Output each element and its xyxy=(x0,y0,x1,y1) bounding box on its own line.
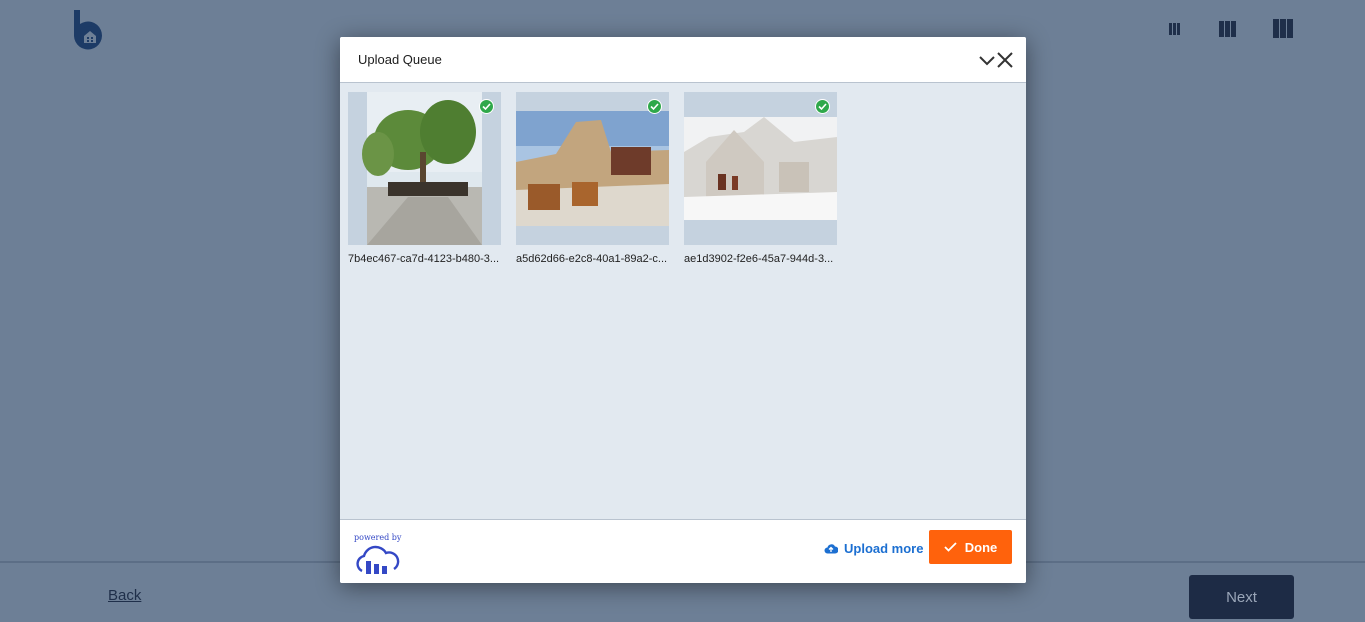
check-icon xyxy=(479,99,494,114)
next-button[interactable]: Next xyxy=(1189,575,1294,619)
done-label: Done xyxy=(964,539,998,555)
brand-logo-icon[interactable] xyxy=(72,8,108,52)
file-thumbnail[interactable] xyxy=(348,92,501,245)
file-tile[interactable]: ae1d3902-f2e6-45a7-944d-3... xyxy=(684,92,837,265)
chevron-down-icon[interactable] xyxy=(977,50,997,70)
file-tile[interactable]: 7b4ec467-ca7d-4123-b480-3... xyxy=(348,92,501,265)
thumbnail-image xyxy=(362,92,482,245)
view-large-icon[interactable] xyxy=(1273,19,1293,38)
modal-header: Upload Queue xyxy=(340,37,1026,83)
file-tile[interactable]: a5d62d66-e2c8-40a1-89a2-c... xyxy=(516,92,669,265)
done-button[interactable]: Done xyxy=(929,530,1012,564)
thumbnail-image xyxy=(684,117,837,220)
file-thumbnail[interactable] xyxy=(516,92,669,245)
upload-more-button[interactable]: Upload more xyxy=(824,541,923,556)
checkmark-icon xyxy=(944,542,957,552)
modal-title: Upload Queue xyxy=(358,52,442,67)
back-link[interactable]: Back xyxy=(108,587,141,604)
upload-queue-modal: Upload Queue 7b4ec467-ca7d-4123-b480-3..… xyxy=(340,37,1026,583)
file-name: 7b4ec467-ca7d-4123-b480-3... xyxy=(348,253,500,265)
view-toggle-group xyxy=(1166,19,1296,41)
close-icon[interactable] xyxy=(995,50,1015,70)
upload-more-label: Upload more xyxy=(844,541,924,556)
cloud-upload-icon xyxy=(824,544,838,554)
cloudinary-logo-icon xyxy=(356,545,400,574)
file-name: ae1d3902-f2e6-45a7-944d-3... xyxy=(684,253,834,265)
view-medium-icon[interactable] xyxy=(1219,21,1236,37)
thumbnail-image xyxy=(516,111,669,226)
check-icon xyxy=(815,99,830,114)
file-name: a5d62d66-e2c8-40a1-89a2-c... xyxy=(516,253,668,265)
view-small-icon[interactable] xyxy=(1169,23,1180,35)
file-thumbnail[interactable] xyxy=(684,92,837,245)
check-icon xyxy=(647,99,662,114)
modal-footer: powered by Upload more Done xyxy=(340,519,1026,583)
powered-by-logo[interactable]: powered by xyxy=(354,533,404,577)
powered-by-text: powered by xyxy=(354,533,402,542)
